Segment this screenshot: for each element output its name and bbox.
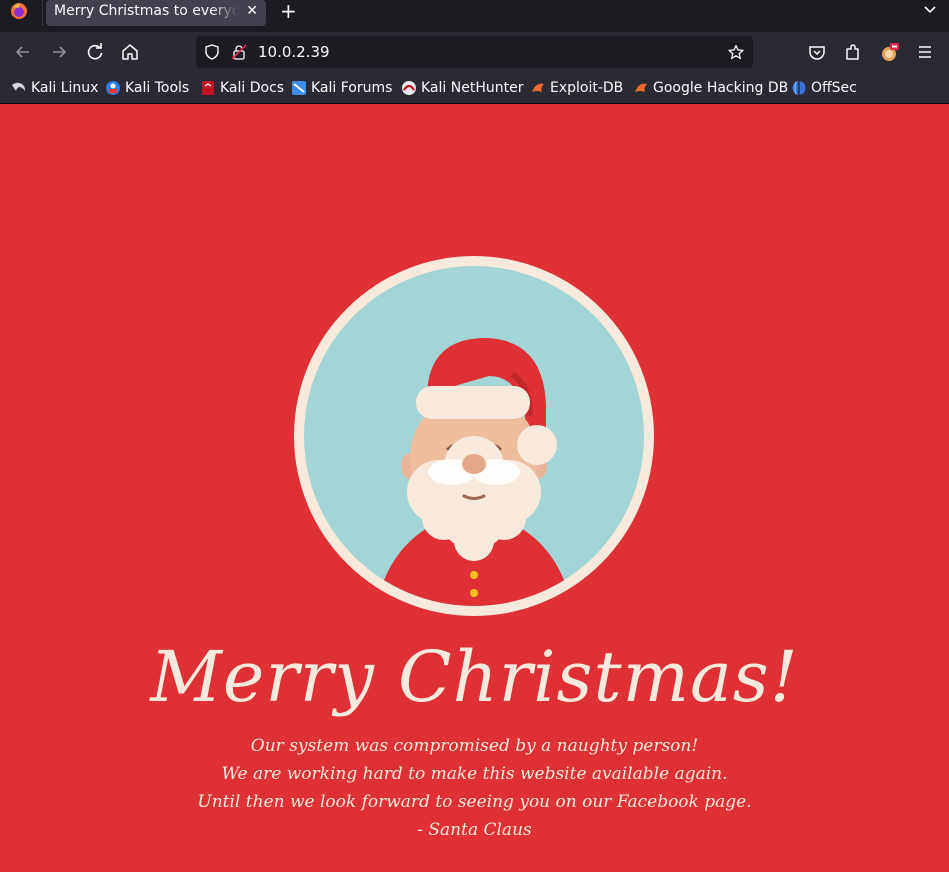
tab-bar: Merry Christmas to everyone ✕ + [0,0,949,32]
url-bar[interactable]: 10.0.2.39 [196,36,753,68]
bookmark-label: Kali Docs [220,80,285,96]
bookmark-offsec[interactable]: OffSec [791,79,857,97]
tab-divider [42,0,43,26]
santa-button [470,571,478,579]
insecure-lock-icon[interactable] [231,44,247,60]
nethunter-icon [402,81,416,95]
account-avatar-icon[interactable] [879,42,899,62]
bookmark-kali-docs[interactable]: Kali Docs [200,79,284,97]
home-icon[interactable] [120,42,140,62]
page-content: Merry Christmas! Our system was compromi… [0,104,949,872]
reload-icon[interactable] [85,42,105,62]
list-all-tabs-icon[interactable] [923,3,937,17]
shield-icon[interactable] [204,44,220,60]
message-signature: - Santa Claus [417,820,532,840]
kali-dragon-icon [12,82,25,91]
bookmark-google-hacking-db[interactable]: Google Hacking DB [633,79,788,97]
santa-button [470,589,478,597]
bookmark-kali-linux[interactable]: Kali Linux [11,79,98,97]
bookmarks-toolbar: Kali Linux Kali Tools Kali Docs Kali For… [0,72,949,104]
navigation-toolbar: 10.0.2.39 [0,32,949,72]
back-icon[interactable] [13,42,33,62]
bookmark-label: Kali Linux [31,80,99,96]
close-tab-icon[interactable]: ✕ [246,3,258,19]
firefox-icon[interactable] [10,2,28,20]
menu-icon[interactable] [915,42,935,62]
bookmark-label: Kali NetHunter [421,80,524,96]
bookmark-exploit-db[interactable]: Exploit-DB [530,79,623,97]
kali-docs-icon [202,81,214,95]
bookmark-star-icon[interactable] [728,44,744,60]
santa-message: Our system was compromised by a naughty … [0,732,949,844]
extensions-icon[interactable] [843,42,863,62]
exploit-db-icon [532,83,544,92]
ghdb-icon [635,83,647,92]
bookmark-label: Kali Forums [311,80,393,96]
message-line: Our system was compromised by a naughty … [250,736,699,756]
bookmark-label: Exploit-DB [550,80,624,96]
santa-hat-pompom [517,425,557,465]
forward-icon[interactable] [49,42,69,62]
message-line: Until then we look forward to seeing you… [197,792,752,812]
offsec-icon [792,81,806,95]
bookmark-kali-nethunter[interactable]: Kali NetHunter [401,79,523,97]
new-tab-icon[interactable]: + [280,1,297,21]
tab-title: Merry Christmas to everyone [54,3,238,19]
bookmark-label: Google Hacking DB [653,80,789,96]
santa-illustration [294,256,654,616]
pocket-icon[interactable] [807,42,827,62]
page-headline: Merry Christmas! [150,636,799,718]
url-text[interactable]: 10.0.2.39 [258,43,330,61]
kali-forums-icon [292,81,306,95]
bookmark-label: OffSec [811,80,857,96]
santa-nose [462,454,486,474]
bookmark-kali-forums[interactable]: Kali Forums [291,79,392,97]
santa-hat-brim [416,386,530,419]
kali-tools-icon [106,81,120,95]
bookmark-kali-tools[interactable]: Kali Tools [105,79,189,97]
message-line: We are working hard to make this website… [221,764,728,784]
bookmark-label: Kali Tools [125,80,190,96]
tab-merry-christmas[interactable]: Merry Christmas to everyone ✕ [46,0,266,26]
